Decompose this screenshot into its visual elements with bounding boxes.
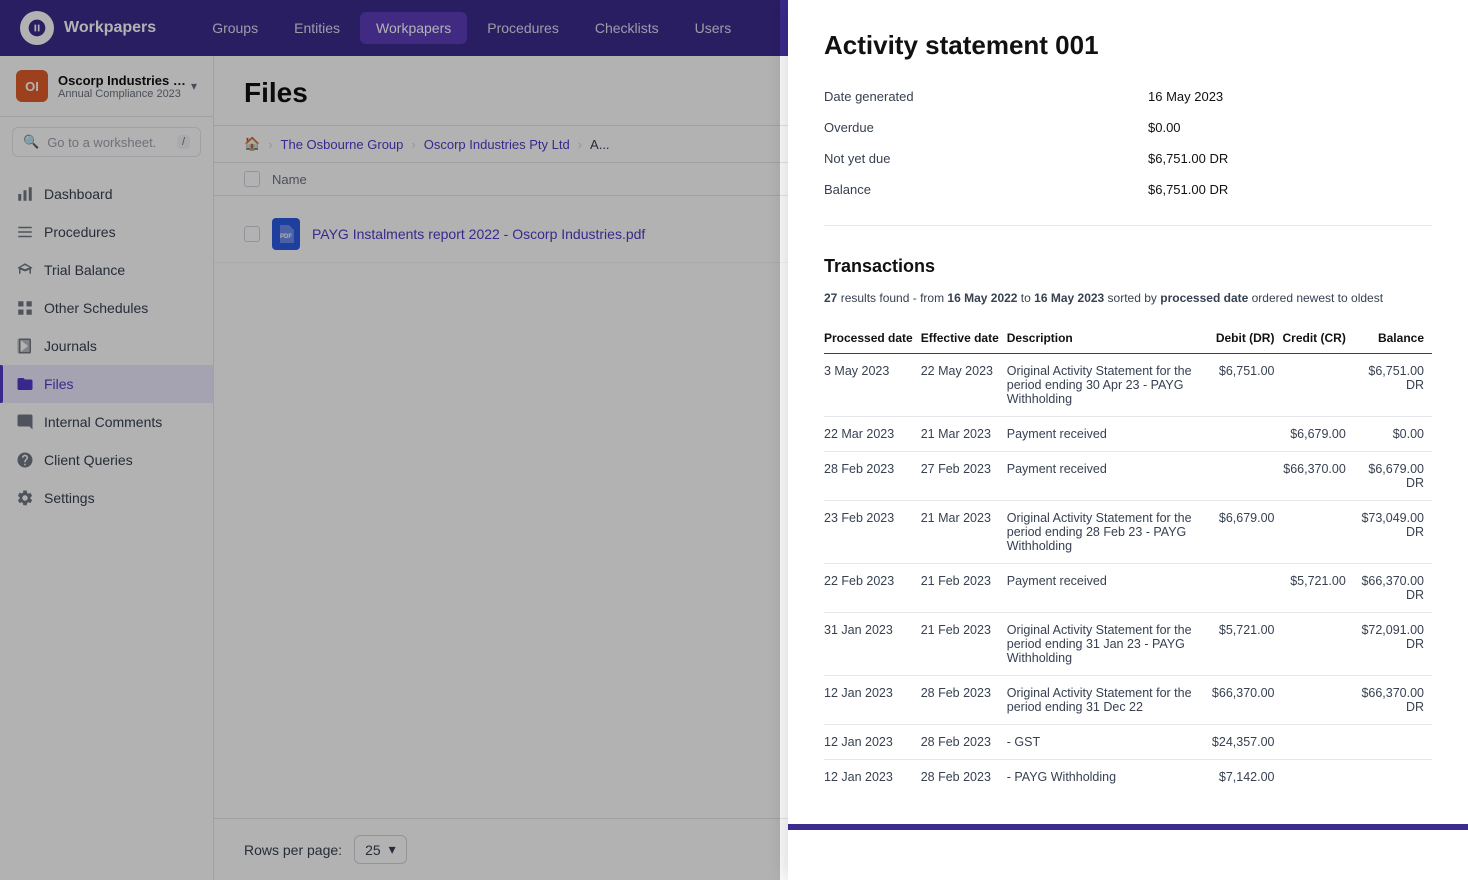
col-balance: Balance	[1354, 323, 1432, 354]
date-generated-label: Date generated	[824, 85, 1108, 108]
table-row: 12 Jan 2023 28 Feb 2023 - GST $24,357.00	[824, 725, 1432, 760]
cell-effective-date: 27 Feb 2023	[921, 452, 1007, 501]
results-note: 27 results found - from 16 May 2022 to 1…	[824, 289, 1432, 307]
overdue-label: Overdue	[824, 116, 1108, 139]
cell-description: Original Activity Statement for the peri…	[1007, 613, 1212, 676]
cell-processed-date: 23 Feb 2023	[824, 501, 921, 564]
cell-credit	[1282, 760, 1353, 795]
transactions-section-title: Transactions	[824, 256, 1432, 277]
cell-credit	[1282, 725, 1353, 760]
cell-debit: $7,142.00	[1212, 760, 1283, 795]
cell-effective-date: 28 Feb 2023	[921, 760, 1007, 795]
transactions-table: Processed date Effective date Descriptio…	[824, 323, 1432, 794]
col-description: Description	[1007, 323, 1212, 354]
cell-effective-date: 28 Feb 2023	[921, 676, 1007, 725]
cell-credit	[1282, 676, 1353, 725]
overdue-value: $0.00	[1148, 116, 1432, 139]
not-yet-due-value: $6,751.00 DR	[1148, 147, 1432, 170]
table-header-row: Processed date Effective date Descriptio…	[824, 323, 1432, 354]
panel-bottom-bar	[788, 824, 1468, 830]
cell-credit	[1282, 613, 1353, 676]
balance-value: $6,751.00 DR	[1148, 178, 1432, 201]
right-panel: Activity statement 001 Date generated 16…	[788, 0, 1468, 880]
cell-balance: $72,091.00 DR	[1354, 613, 1432, 676]
cell-description: - PAYG Withholding	[1007, 760, 1212, 795]
cell-description: Original Activity Statement for the peri…	[1007, 501, 1212, 564]
cell-effective-date: 28 Feb 2023	[921, 725, 1007, 760]
table-row: 31 Jan 2023 21 Feb 2023 Original Activit…	[824, 613, 1432, 676]
cell-credit: $6,679.00	[1282, 417, 1353, 452]
table-row: 12 Jan 2023 28 Feb 2023 Original Activit…	[824, 676, 1432, 725]
cell-effective-date: 21 Feb 2023	[921, 613, 1007, 676]
cell-credit	[1282, 354, 1353, 417]
cell-processed-date: 3 May 2023	[824, 354, 921, 417]
cell-description: Original Activity Statement for the peri…	[1007, 354, 1212, 417]
table-row: 3 May 2023 22 May 2023 Original Activity…	[824, 354, 1432, 417]
cell-effective-date: 21 Mar 2023	[921, 417, 1007, 452]
cell-credit	[1282, 501, 1353, 564]
not-yet-due-label: Not yet due	[824, 147, 1108, 170]
cell-debit: $6,679.00	[1212, 501, 1283, 564]
cell-processed-date: 22 Mar 2023	[824, 417, 921, 452]
cell-credit: $66,370.00	[1282, 452, 1353, 501]
cell-description: Payment received	[1007, 564, 1212, 613]
cell-balance: $66,370.00 DR	[1354, 564, 1432, 613]
cell-balance	[1354, 725, 1432, 760]
cell-description: - GST	[1007, 725, 1212, 760]
table-row: 28 Feb 2023 27 Feb 2023 Payment received…	[824, 452, 1432, 501]
cell-description: Original Activity Statement for the peri…	[1007, 676, 1212, 725]
col-credit: Credit (CR)	[1282, 323, 1353, 354]
cell-debit	[1212, 564, 1283, 613]
cell-effective-date: 21 Mar 2023	[921, 501, 1007, 564]
cell-debit: $66,370.00	[1212, 676, 1283, 725]
cell-processed-date: 31 Jan 2023	[824, 613, 921, 676]
table-row: 22 Mar 2023 21 Mar 2023 Payment received…	[824, 417, 1432, 452]
cell-processed-date: 28 Feb 2023	[824, 452, 921, 501]
cell-debit: $24,357.00	[1212, 725, 1283, 760]
cell-balance: $6,751.00 DR	[1354, 354, 1432, 417]
cell-debit	[1212, 417, 1283, 452]
panel-content: Activity statement 001 Date generated 16…	[788, 0, 1468, 824]
col-processed-date: Processed date	[824, 323, 921, 354]
cell-processed-date: 22 Feb 2023	[824, 564, 921, 613]
cell-description: Payment received	[1007, 417, 1212, 452]
table-row: 12 Jan 2023 28 Feb 2023 - PAYG Withholdi…	[824, 760, 1432, 795]
cell-effective-date: 21 Feb 2023	[921, 564, 1007, 613]
cell-debit: $5,721.00	[1212, 613, 1283, 676]
table-body: 3 May 2023 22 May 2023 Original Activity…	[824, 354, 1432, 795]
cell-balance: $66,370.00 DR	[1354, 676, 1432, 725]
cell-processed-date: 12 Jan 2023	[824, 676, 921, 725]
col-debit: Debit (DR)	[1212, 323, 1283, 354]
overlay-dim[interactable]	[0, 0, 780, 880]
table-row: 22 Feb 2023 21 Feb 2023 Payment received…	[824, 564, 1432, 613]
cell-balance: $0.00	[1354, 417, 1432, 452]
col-effective-date: Effective date	[921, 323, 1007, 354]
table-head: Processed date Effective date Descriptio…	[824, 323, 1432, 354]
cell-debit: $6,751.00	[1212, 354, 1283, 417]
cell-processed-date: 12 Jan 2023	[824, 725, 921, 760]
cell-description: Payment received	[1007, 452, 1212, 501]
cell-balance: $73,049.00 DR	[1354, 501, 1432, 564]
cell-processed-date: 12 Jan 2023	[824, 760, 921, 795]
panel-title: Activity statement 001	[824, 30, 1432, 61]
cell-balance: $6,679.00 DR	[1354, 452, 1432, 501]
balance-label: Balance	[824, 178, 1108, 201]
summary-grid: Date generated 16 May 2023 Overdue $0.00…	[824, 85, 1432, 226]
cell-balance	[1354, 760, 1432, 795]
cell-effective-date: 22 May 2023	[921, 354, 1007, 417]
table-row: 23 Feb 2023 21 Mar 2023 Original Activit…	[824, 501, 1432, 564]
cell-credit: $5,721.00	[1282, 564, 1353, 613]
date-generated-value: 16 May 2023	[1148, 85, 1432, 108]
cell-debit	[1212, 452, 1283, 501]
